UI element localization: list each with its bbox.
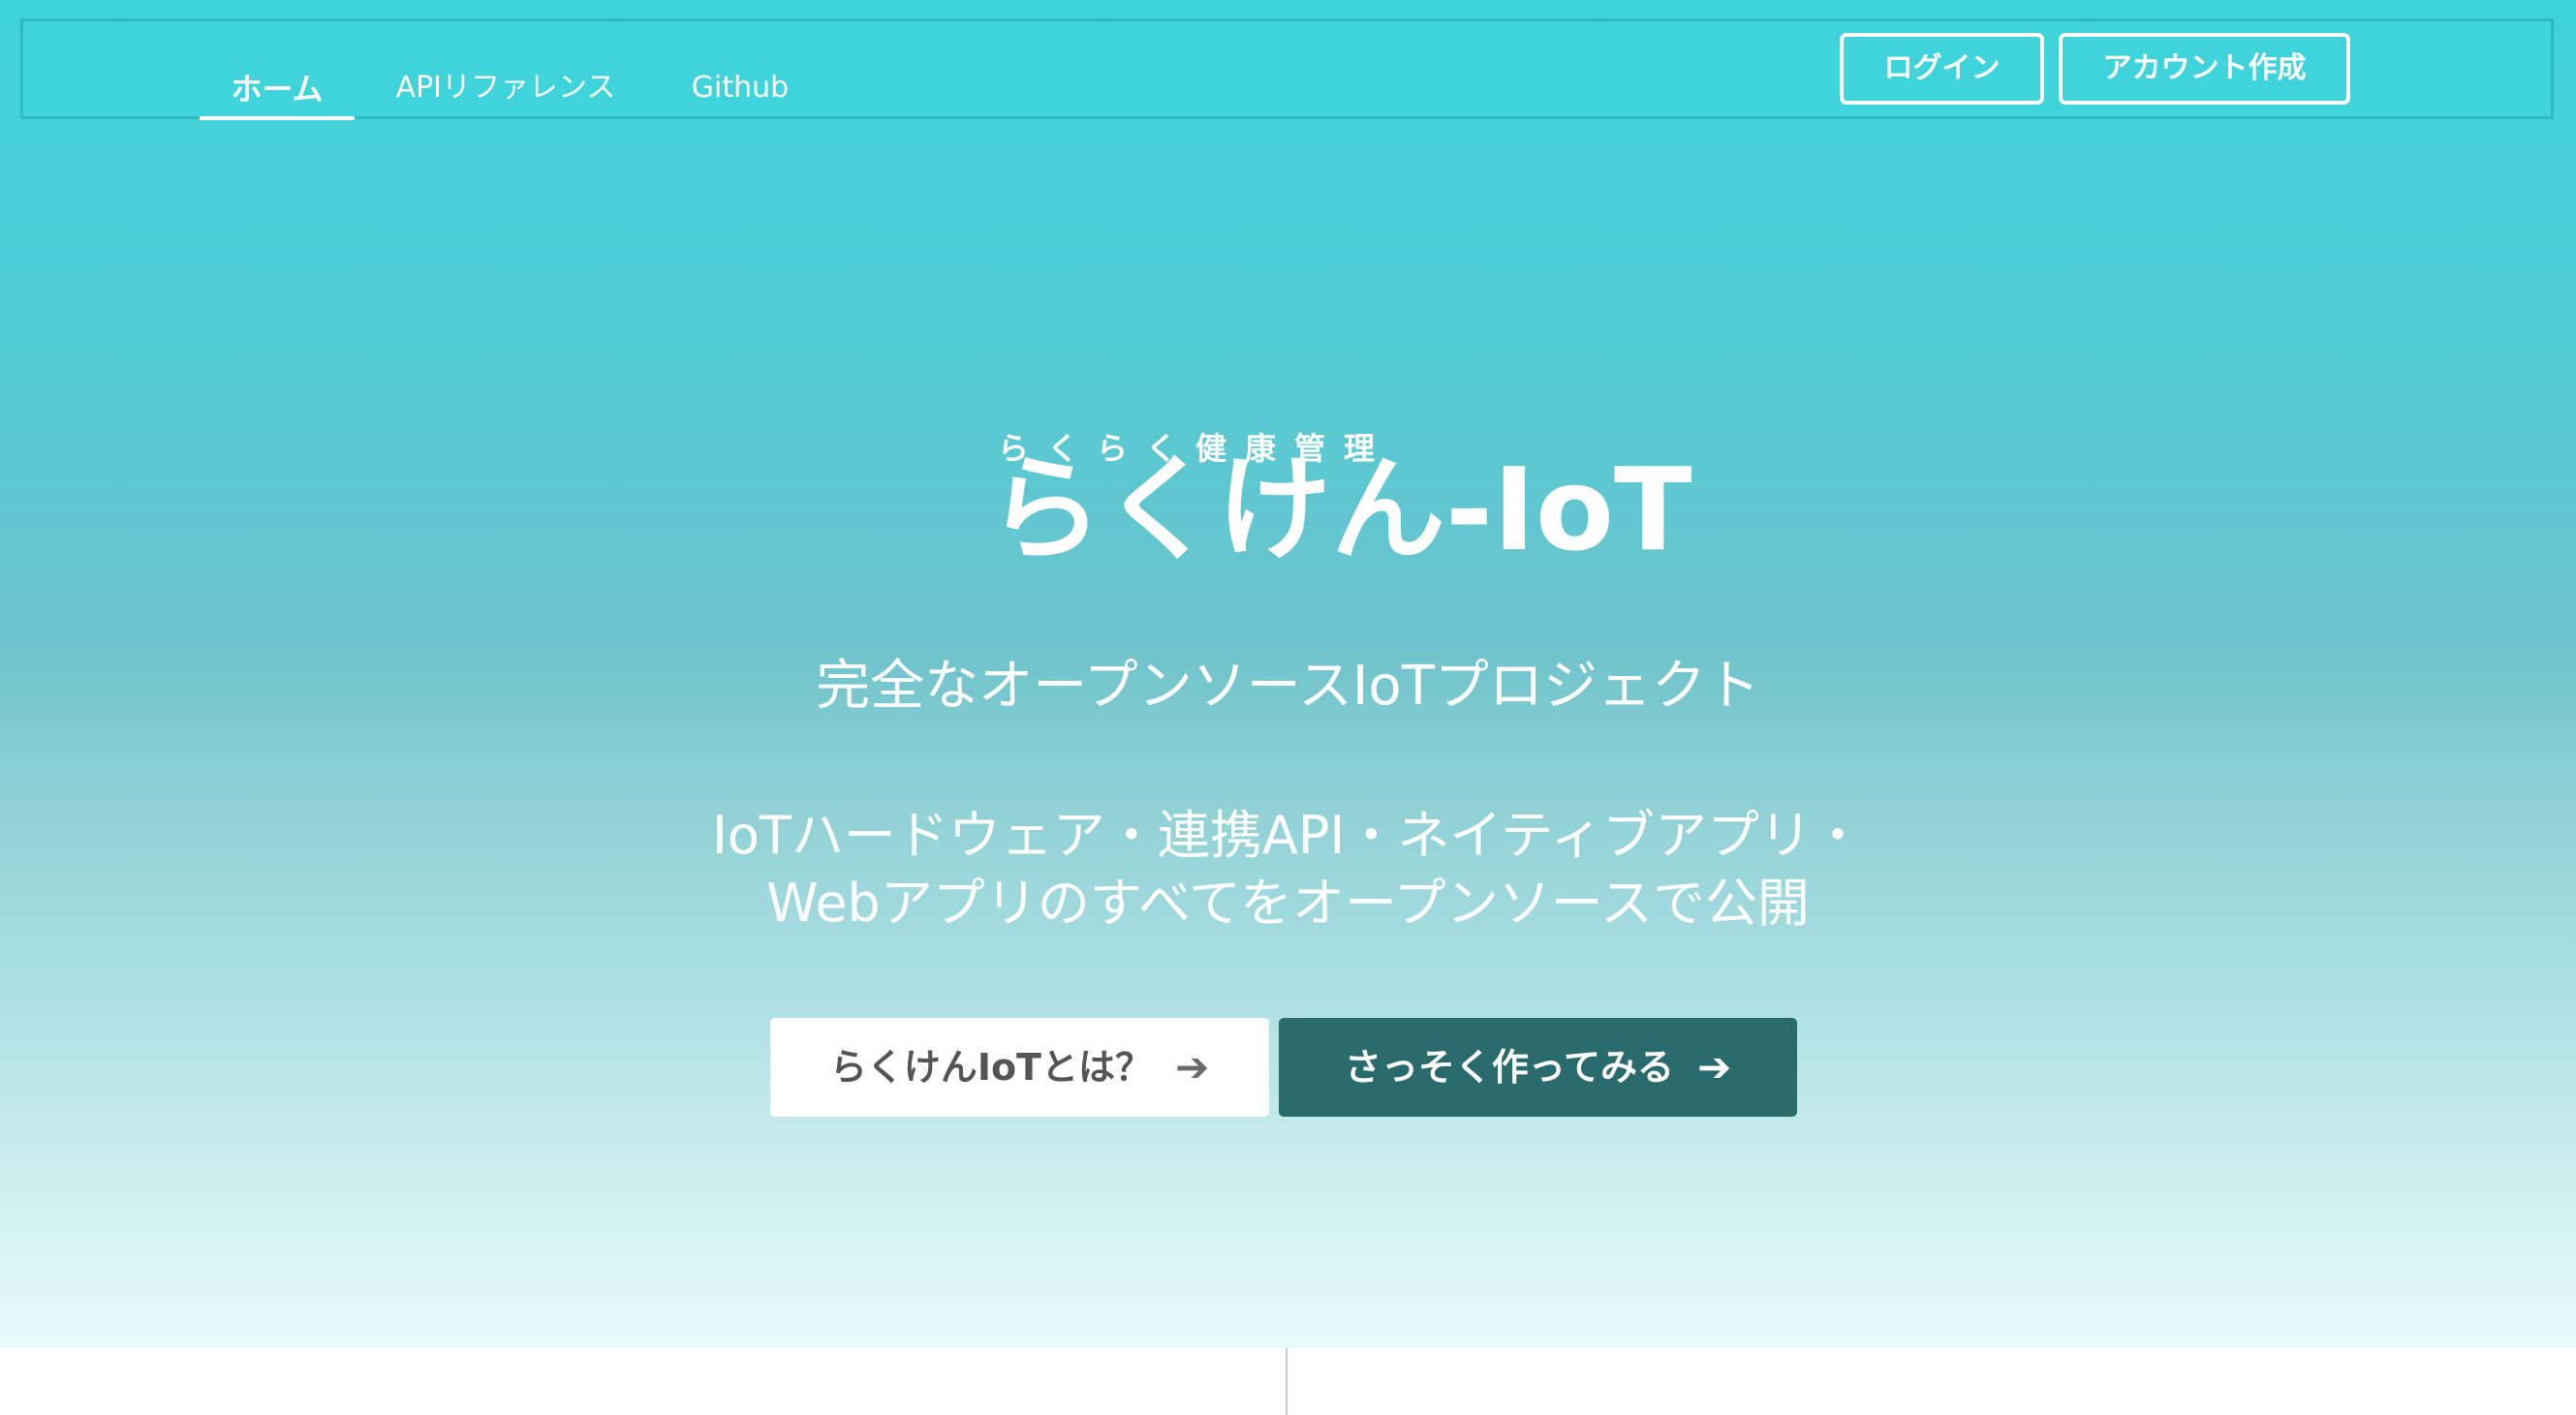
- section-divider: [1286, 1348, 1288, 1415]
- about-button-label: らくけんIoTとは？: [829, 1046, 1152, 1089]
- create-account-button[interactable]: アカウント作成: [2059, 33, 2350, 105]
- arrow-right-icon: ➔: [1696, 1043, 1732, 1091]
- top-navbar: ホーム APIリファレンス Github ログイン アカウント作成: [20, 18, 2554, 120]
- nav-active-indicator: [200, 116, 355, 120]
- nav-api-reference-link[interactable]: APIリファレンス: [385, 21, 627, 119]
- hero-description: IoTハードウェア・連携API・ネイティブアプリ・ Webアプリのすべてをオープ…: [0, 802, 2576, 938]
- get-started-button[interactable]: さっそく作ってみる ➔: [1279, 1018, 1797, 1117]
- hero-description-line: Webアプリのすべてをオープンソースで公開: [766, 873, 1810, 934]
- hero-section: ホーム APIリファレンス Github ログイン アカウント作成 らくらく健康…: [0, 0, 2576, 1348]
- hero-description-line: IoTハードウェア・連携API・ネイティブアプリ・: [711, 805, 1865, 866]
- hero-tagline: 完全なオープンソースIoTプロジェクト: [816, 655, 1760, 718]
- arrow-right-icon: ➔: [1174, 1043, 1210, 1091]
- login-button[interactable]: ログイン: [1840, 33, 2044, 105]
- logo-title: らくけん-IoT: [988, 443, 1692, 576]
- about-rakuken-iot-button[interactable]: らくけんIoTとは？ ➔: [770, 1018, 1269, 1117]
- start-button-label: さっそく作ってみる: [1344, 1046, 1674, 1089]
- nav-github-link[interactable]: Github: [667, 21, 813, 119]
- nav-home-link[interactable]: ホーム: [200, 21, 355, 119]
